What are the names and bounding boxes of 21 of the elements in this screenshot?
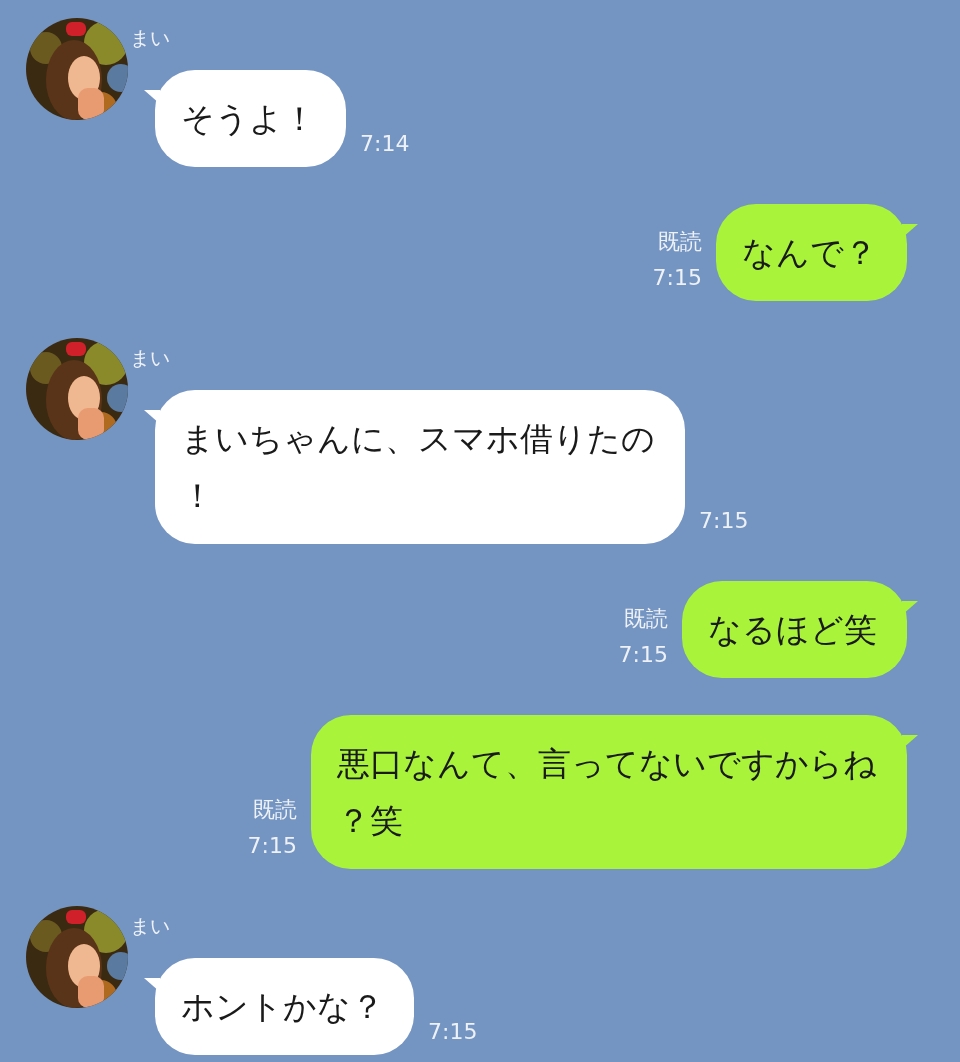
message-time: 7:15 [652,264,702,292]
message-bubble: なるほど笑 [682,581,907,678]
message-bubble: なんで？ [716,204,907,301]
read-receipt: 既読 [658,228,702,256]
read-receipt: 既読 [253,796,297,824]
message-bubble: そうよ！ [155,70,346,167]
sender-name: まい [130,914,171,938]
message-time: 7:15 [428,1018,478,1046]
sender-name: まい [130,26,171,50]
message-bubble: 悪口なんて、言ってないですからね ？笑 [311,715,907,869]
message-time: 7:15 [699,507,749,535]
bubble-tail [902,224,918,238]
message-time: 7:15 [618,641,668,669]
message-bubble: まいちゃんに、スマホ借りたの ！ [155,390,685,544]
message-time: 7:14 [360,130,410,158]
sender-name: まい [130,346,171,370]
bubble-tail [902,601,918,615]
bubble-tail [902,735,918,749]
message-bubble: ホントかな？ [155,958,414,1055]
message-time: 7:15 [247,832,297,860]
read-receipt: 既読 [624,605,668,633]
